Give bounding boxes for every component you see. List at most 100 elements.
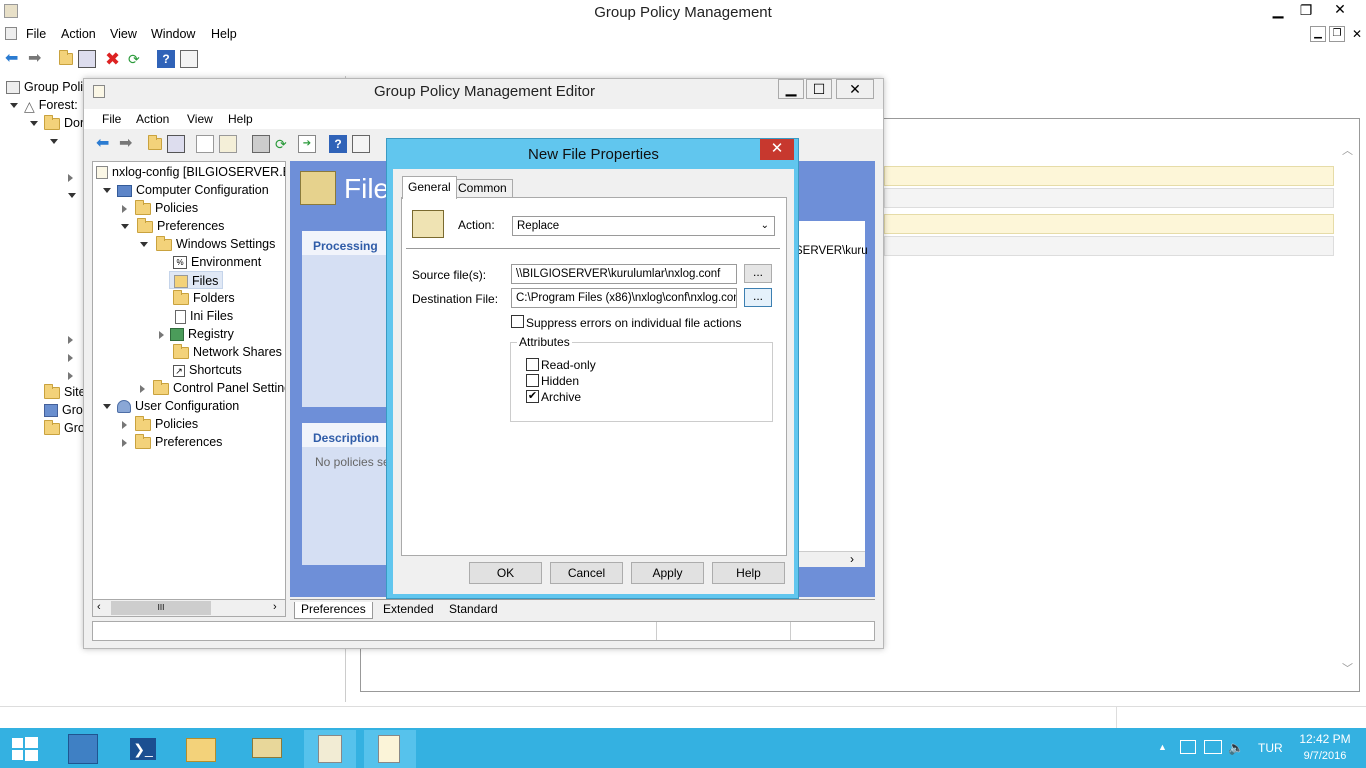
editor-close-button[interactable]: ✕ bbox=[836, 79, 874, 99]
source-file-input[interactable]: \\BILGIOSERVER\kurulumlar\nxlog.conf bbox=[511, 264, 737, 284]
mdi-restore-button[interactable]: ❐ bbox=[1329, 26, 1345, 42]
editor-maximize-button[interactable]: ☐ bbox=[806, 79, 832, 99]
tab-general[interactable]: General bbox=[402, 176, 457, 199]
cancel-button[interactable]: Cancel bbox=[550, 562, 623, 584]
export-icon[interactable]: ➔ bbox=[298, 135, 316, 153]
tree-item-control-panel[interactable]: Control Panel Setting bbox=[140, 379, 285, 397]
editor-menu-view[interactable]: View bbox=[187, 112, 213, 126]
tree-item-files[interactable]: Files bbox=[169, 271, 224, 289]
restore-button[interactable]: ❐ bbox=[1294, 2, 1318, 19]
tree-item-collapsed-2[interactable] bbox=[68, 330, 77, 348]
show-hidden-icons-icon[interactable]: ▲ bbox=[1158, 742, 1167, 752]
tree-item-forest[interactable]: △ Forest: bbox=[10, 96, 78, 114]
tree-item-ini-files[interactable]: Ini Files bbox=[173, 307, 233, 325]
copy-icon[interactable] bbox=[196, 135, 214, 153]
tree-item-collapsed-3[interactable] bbox=[68, 348, 77, 366]
menu-window[interactable]: Window bbox=[151, 27, 195, 41]
menu-action[interactable]: Action bbox=[61, 27, 96, 41]
tree-horizontal-scrollbar[interactable]: ‹ III › bbox=[92, 599, 286, 617]
taskbar-server-manager[interactable] bbox=[56, 730, 108, 768]
editor-up-icon[interactable] bbox=[148, 135, 162, 150]
taskbar-explorer[interactable] bbox=[174, 730, 226, 768]
tree-item-gp-results[interactable]: Gro bbox=[44, 419, 85, 437]
tree-item-registry[interactable]: Registry bbox=[159, 325, 234, 343]
taskbar-app-4[interactable] bbox=[240, 730, 292, 768]
paste-icon[interactable] bbox=[219, 135, 237, 153]
action-select[interactable]: Replace ⌄ bbox=[512, 216, 775, 236]
list-hscrollbar[interactable]: › bbox=[790, 551, 865, 567]
forward-arrow-icon[interactable]: ➡ bbox=[28, 50, 46, 68]
tree-item-computer-config[interactable]: Computer Configuration bbox=[103, 181, 269, 199]
editor-menu-help[interactable]: Help bbox=[228, 112, 253, 126]
list-scroll-right-icon[interactable]: › bbox=[850, 552, 854, 566]
action-center-icon[interactable] bbox=[1180, 740, 1196, 754]
delete-icon[interactable]: ✖ bbox=[105, 50, 123, 68]
clock-date[interactable]: 9/7/2016 bbox=[1290, 750, 1360, 762]
refresh-icon[interactable]: ⟳ bbox=[128, 50, 146, 68]
tree-item-network-shares[interactable]: Network Shares bbox=[173, 343, 282, 361]
editor-back-icon[interactable]: ⬅ bbox=[96, 135, 114, 153]
tree-item-collapsed-4[interactable] bbox=[68, 366, 77, 384]
tree-item-gp-modeling[interactable]: Gro bbox=[44, 401, 83, 419]
scroll-left-icon[interactable]: ‹ bbox=[97, 601, 101, 613]
taskbar-powershell[interactable]: ❯_ bbox=[116, 730, 168, 768]
menu-view[interactable]: View bbox=[110, 27, 137, 41]
up-folder-icon[interactable] bbox=[59, 50, 73, 65]
readonly-checkbox[interactable] bbox=[526, 358, 539, 371]
hidden-checkbox[interactable] bbox=[526, 374, 539, 387]
tab-preferences[interactable]: Preferences bbox=[294, 602, 373, 619]
close-button[interactable]: ✕ bbox=[1326, 1, 1354, 18]
editor-forward-icon[interactable]: ➡ bbox=[119, 135, 137, 153]
editor-menu-file[interactable]: File bbox=[102, 112, 121, 126]
tab-standard[interactable]: Standard bbox=[444, 602, 503, 616]
tree-item-windows-settings[interactable]: Windows Settings bbox=[140, 235, 275, 253]
network-icon[interactable] bbox=[1204, 740, 1222, 754]
taskbar-gpm[interactable] bbox=[304, 730, 356, 768]
menu-file[interactable]: File bbox=[26, 27, 46, 41]
dialog-close-button[interactable]: ✕ bbox=[760, 139, 794, 160]
taskbar-gpme[interactable] bbox=[364, 730, 416, 768]
tree-item-sites[interactable]: Site bbox=[44, 383, 86, 401]
tree-item-shortcuts[interactable]: ↗ Shortcuts bbox=[173, 361, 242, 379]
minimize-button[interactable]: ▁ bbox=[1266, 2, 1290, 19]
destination-browse-button[interactable]: ... bbox=[744, 288, 772, 307]
tab-common[interactable]: Common bbox=[452, 179, 513, 198]
start-button[interactable] bbox=[0, 730, 52, 768]
source-browse-button[interactable]: ... bbox=[744, 264, 772, 283]
destination-file-input[interactable]: C:\Program Files (x86)\nxlog\conf\nxlog.… bbox=[511, 288, 737, 308]
print-icon[interactable] bbox=[252, 135, 270, 153]
back-arrow-icon[interactable]: ⬅ bbox=[5, 50, 23, 68]
editor-tree-toggle-icon[interactable] bbox=[167, 135, 185, 153]
tree-item-collapsed-1[interactable] bbox=[68, 168, 77, 186]
scroll-right-icon[interactable]: › bbox=[273, 601, 277, 613]
tree-item-folders[interactable]: Folders bbox=[173, 289, 235, 307]
tree-item-preferences[interactable]: Preferences bbox=[121, 217, 224, 235]
tree-item-gpo-root[interactable]: nxlog-config [BILGIOSERVER.BIL bbox=[96, 163, 285, 181]
tree-item-domain[interactable] bbox=[50, 132, 62, 150]
clock-time[interactable]: 12:42 PM bbox=[1290, 732, 1360, 746]
mdi-minimize-button[interactable]: ▁ bbox=[1310, 26, 1326, 42]
language-indicator[interactable]: TUR bbox=[1258, 741, 1283, 755]
tab-extended[interactable]: Extended bbox=[378, 602, 439, 616]
ok-button[interactable]: OK bbox=[469, 562, 542, 584]
apply-button[interactable]: Apply bbox=[631, 562, 704, 584]
archive-checkbox[interactable]: ✔ bbox=[526, 390, 539, 403]
editor-menu-action[interactable]: Action bbox=[136, 112, 169, 126]
editor-refresh-icon[interactable]: ⟳ bbox=[275, 135, 293, 153]
tree-item-gpm-root[interactable]: Group Poli bbox=[6, 78, 83, 96]
editor-minimize-button[interactable]: ▁ bbox=[778, 79, 804, 99]
tree-item-expanded-1[interactable] bbox=[68, 186, 80, 204]
tree-item-domains[interactable]: Dor bbox=[30, 114, 84, 132]
tree-item-user-policies[interactable]: Policies bbox=[122, 415, 198, 433]
scroll-up-icon[interactable]: ︿ bbox=[1342, 142, 1353, 158]
scroll-thumb[interactable]: III bbox=[111, 601, 211, 615]
properties-icon[interactable] bbox=[180, 50, 198, 68]
help-icon[interactable]: ? bbox=[157, 50, 175, 68]
tree-item-environment[interactable]: % Environment bbox=[173, 253, 261, 271]
show-hide-tree-icon[interactable] bbox=[78, 50, 96, 68]
scroll-down-icon[interactable]: ﹀ bbox=[1342, 660, 1353, 676]
menu-help[interactable]: Help bbox=[211, 27, 237, 41]
volume-icon[interactable]: 🔈 bbox=[1228, 740, 1244, 756]
help-button[interactable]: Help bbox=[712, 562, 785, 584]
tree-item-policies[interactable]: Policies bbox=[122, 199, 198, 217]
